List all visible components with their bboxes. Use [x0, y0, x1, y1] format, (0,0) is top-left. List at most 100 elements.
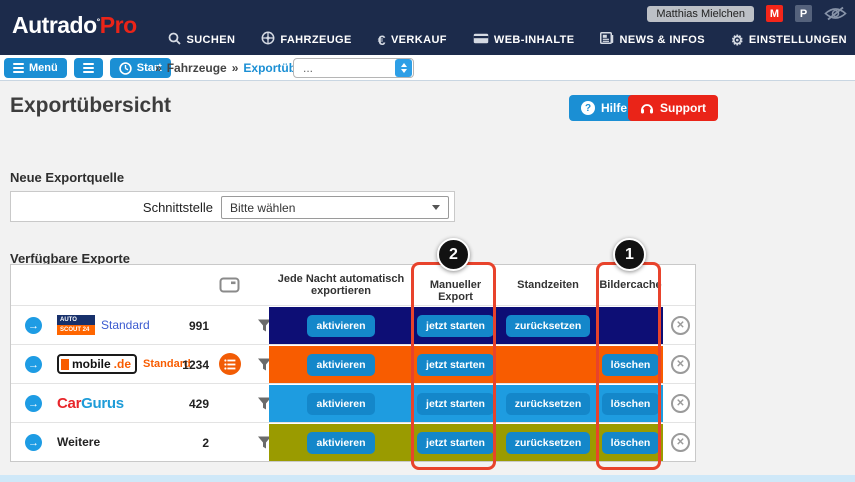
chevron-down-icon — [432, 205, 440, 210]
aktivieren-button[interactable]: aktivieren — [307, 354, 374, 376]
image-cache-column-icon — [211, 276, 247, 297]
logo-main: Autrado — [12, 12, 97, 38]
nav-suchen-label: SUCHEN — [186, 34, 235, 46]
jetzt-starten-button[interactable]: jetzt starten — [417, 354, 494, 376]
table-row-weitere: → Weitere 2 aktivieren jetzt starten zur… — [11, 422, 695, 461]
loeschen-button[interactable]: löschen — [602, 354, 660, 376]
jetzt-starten-button[interactable]: jetzt starten — [417, 393, 494, 415]
euro-icon: € — [378, 33, 386, 47]
schnittstelle-label: Schnittstelle — [11, 200, 213, 215]
gear-icon: ⚙ — [731, 33, 744, 47]
exports-table-header: Jede Nacht automatisch exportieren Manue… — [11, 265, 695, 305]
list-view-button[interactable] — [74, 58, 103, 78]
aktivieren-button[interactable]: aktivieren — [307, 315, 374, 337]
open-arrow-icon[interactable]: → — [25, 434, 42, 451]
nav-verkauf[interactable]: € VERKAUF — [378, 31, 447, 48]
nav-fahrzeuge-label: FAHRZEUGE — [280, 34, 351, 46]
toolbar: Menü Start » Fahrzeuge » Exportübersicht… — [0, 55, 855, 81]
stepper-icon — [395, 59, 412, 77]
nav-einstellungen-label: EINSTELLUNGEN — [749, 34, 847, 46]
schnittstelle-select[interactable]: Bitte wählen — [221, 196, 449, 219]
wheel-icon — [261, 31, 275, 48]
quick-nav-select[interactable]: ... — [293, 58, 414, 78]
table-row-mobilede: → mobile.de Standard 1234 aktivieren jet… — [11, 344, 695, 383]
row-color-stripe: aktivieren jetzt starten zurücksetzen lö… — [269, 424, 663, 461]
nav-einstellungen[interactable]: ⚙ EINSTELLUNGEN — [731, 31, 847, 48]
user-strip: Matthias Mielchen M P — [647, 5, 847, 22]
open-arrow-icon[interactable]: → — [25, 356, 42, 373]
col-header-standzeiten: Standzeiten — [498, 279, 598, 291]
question-icon: ? — [581, 101, 595, 115]
vehicle-count: 1234 — [159, 358, 209, 372]
vehicle-count: 2 — [159, 436, 209, 450]
breadcrumb-sep: » — [155, 61, 162, 75]
open-arrow-icon[interactable]: → — [25, 395, 42, 412]
cargurus-logo-car: Car — [57, 395, 81, 412]
quick-nav-select-value: ... — [294, 61, 395, 75]
close-icon[interactable]: ✕ — [671, 394, 690, 413]
variant-label: Standard — [101, 318, 150, 332]
clock-icon — [119, 62, 132, 75]
eye-slash-icon[interactable] — [824, 6, 847, 21]
row-color-stripe: aktivieren jetzt starten zurücksetzen lö… — [269, 385, 663, 422]
menu-button-label: Menü — [29, 62, 58, 74]
jetzt-starten-button[interactable]: jetzt starten — [417, 315, 494, 337]
app-logo[interactable]: Autrado°Pro — [12, 12, 137, 39]
badge-m[interactable]: M — [766, 5, 783, 22]
support-button-label: Support — [660, 101, 706, 115]
nav-news-infos[interactable]: NEWS & INFOS — [600, 31, 704, 48]
search-icon — [168, 32, 181, 48]
loeschen-button[interactable]: löschen — [602, 432, 660, 454]
jetzt-starten-button[interactable]: jetzt starten — [417, 432, 494, 454]
cargurus-logo-gurus: Gurus — [81, 395, 124, 412]
row-color-stripe: aktivieren jetzt starten löschen — [269, 346, 663, 383]
card-icon — [473, 33, 489, 47]
nav-suchen[interactable]: SUCHEN — [168, 31, 235, 48]
vehicle-count: 991 — [159, 319, 209, 333]
orange-list-icon[interactable] — [219, 353, 241, 375]
exportuebersicht-screen: Autrado°Pro Matthias Mielchen M P SUCHEN… — [0, 0, 855, 482]
bottom-stripe — [0, 475, 855, 482]
zuruecksetzen-button[interactable]: zurücksetzen — [506, 432, 591, 454]
logo-suffix: Pro — [100, 12, 137, 38]
mobilede-logo-block — [61, 359, 69, 370]
user-name-badge[interactable]: Matthias Mielchen — [647, 6, 754, 22]
vehicle-count: 429 — [159, 397, 209, 411]
col-header-manueller-export: Manueller Export — [413, 279, 498, 303]
zuruecksetzen-button[interactable]: zurücksetzen — [506, 393, 591, 415]
support-button[interactable]: Support — [628, 95, 718, 121]
row-color-stripe: aktivieren jetzt starten zurücksetzen — [269, 307, 663, 344]
nav-verkauf-label: VERKAUF — [391, 34, 447, 46]
menu-button[interactable]: Menü — [4, 58, 67, 78]
col-header-auto-export: Jede Nacht automatisch exportieren — [269, 273, 413, 297]
close-icon[interactable]: ✕ — [671, 316, 690, 335]
loeschen-button[interactable]: löschen — [602, 393, 660, 415]
close-icon[interactable]: ✕ — [671, 355, 690, 374]
newspaper-icon — [600, 32, 614, 47]
open-arrow-icon[interactable]: → — [25, 317, 42, 334]
hilfe-button-label: Hilfe — [601, 101, 627, 115]
close-icon[interactable]: ✕ — [671, 433, 690, 452]
table-row-autoscout24: → AUTOSCOUT 24 Standard 991 aktivieren j… — [11, 305, 695, 344]
weitere-label: Weitere — [57, 435, 100, 449]
breadcrumb-sep: » — [232, 61, 239, 75]
breadcrumb-fahrzeuge[interactable]: Fahrzeuge — [167, 61, 227, 75]
nav-web-inhalte-label: WEB-INHALTE — [494, 34, 575, 46]
nav-web-inhalte[interactable]: WEB-INHALTE — [473, 31, 575, 48]
new-export-panel: Schnittstelle Bitte wählen — [10, 191, 455, 222]
aktivieren-button[interactable]: aktivieren — [307, 393, 374, 415]
new-export-heading: Neue Exportquelle — [10, 170, 124, 185]
schnittstelle-select-value: Bitte wählen — [222, 201, 432, 215]
list-icon — [83, 61, 94, 75]
hamburger-icon — [13, 61, 24, 75]
main-nav: SUCHEN FAHRZEUGE € VERKAUF WEB-INHALTE N… — [168, 31, 847, 48]
badge-p[interactable]: P — [795, 5, 812, 22]
autoscout24-logo-bottom: SCOUT 24 — [57, 325, 95, 335]
autoscout24-logo-top: AUTO — [57, 315, 95, 325]
aktivieren-button[interactable]: aktivieren — [307, 432, 374, 454]
nav-fahrzeuge[interactable]: FAHRZEUGE — [261, 31, 351, 48]
page-title: Exportübersicht — [10, 94, 171, 118]
mobilede-logo-tld: .de — [114, 357, 131, 371]
zuruecksetzen-button[interactable]: zurücksetzen — [506, 315, 591, 337]
exports-table: Jede Nacht automatisch exportieren Manue… — [10, 264, 696, 462]
